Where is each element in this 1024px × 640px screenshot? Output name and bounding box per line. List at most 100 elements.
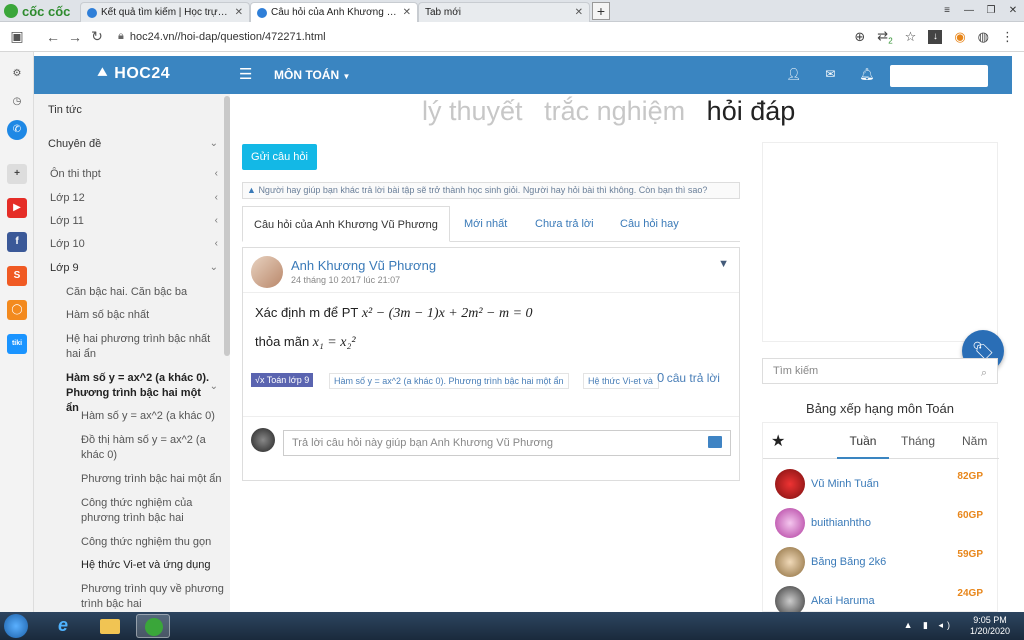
sidebar-item-news[interactable]: Tin tức bbox=[34, 104, 230, 124]
browser-brand[interactable]: cốc cốc bbox=[0, 0, 80, 22]
image-upload-icon[interactable] bbox=[708, 436, 722, 448]
close-tab-icon[interactable]: ✕ bbox=[235, 7, 243, 18]
menu-icon[interactable]: ≡ bbox=[940, 5, 954, 16]
search-placeholder: Tìm kiếm bbox=[773, 365, 819, 377]
tab-week[interactable]: Tuần bbox=[837, 423, 889, 459]
ask-question-button[interactable]: Gửi câu hỏi bbox=[242, 144, 317, 170]
sidebar-item-grade-11[interactable]: Lớp 11 ‹ bbox=[34, 215, 230, 235]
question-condition: x₁ = x₂² bbox=[312, 335, 356, 350]
system-tray-icons[interactable]: ▲ ▮ ◂) bbox=[904, 620, 954, 631]
url-field[interactable]: 🔒︎ hoc24.vn//hoi-dap/question/472271.htm… bbox=[118, 30, 854, 43]
avatar[interactable] bbox=[251, 256, 283, 288]
search-icon[interactable]: ⌕ bbox=[981, 361, 987, 385]
sidebar-item-ax2-function[interactable]: Hàm số y = ax^2 (a khác 0) bbox=[34, 410, 230, 430]
sidebar-item-linear-function[interactable]: Hàm số bậc nhất bbox=[34, 309, 230, 329]
sidebar-item-grade-10[interactable]: Lớp 10 ‹ bbox=[34, 238, 230, 258]
sidebar-item-reduced-formula[interactable]: Công thức nghiệm thu gọn bbox=[34, 536, 230, 556]
close-tab-icon[interactable]: ✕ bbox=[403, 7, 411, 18]
hamburger-menu-icon[interactable]: ☰ bbox=[239, 65, 252, 83]
sidebar-item-thpt[interactable]: Ôn thi thpt ‹ bbox=[34, 168, 230, 188]
sidebar-item-grade-9[interactable]: Lớp 9 ⌄ bbox=[34, 262, 230, 282]
facebook-icon[interactable]: f bbox=[7, 232, 27, 252]
sidebar-item-linear-system[interactable]: Hệ hai phương trình bậc nhất hai ẩn bbox=[34, 332, 230, 364]
sidebar-item-root-formula[interactable]: Công thức nghiệm của phương trình bậc ha… bbox=[34, 496, 230, 528]
ie-icon[interactable]: e bbox=[48, 614, 82, 638]
settings-icon[interactable]: ⚙ bbox=[7, 64, 27, 84]
reply-input[interactable]: Trả lời câu hỏi này giúp bạn Anh Khương … bbox=[283, 430, 731, 456]
forward-icon[interactable]: → bbox=[64, 29, 86, 45]
youtube-icon[interactable]: ▶ bbox=[7, 198, 27, 218]
mail-icon[interactable]: ✉ bbox=[825, 67, 835, 81]
sidebar-item-grade-12[interactable]: Lớp 12 ‹ bbox=[34, 192, 230, 212]
tab-month[interactable]: Tháng bbox=[901, 423, 935, 459]
browser-tab-new[interactable]: Tab mới ✕ bbox=[418, 2, 590, 22]
translate-icon[interactable]: ⇄2 bbox=[877, 28, 892, 46]
folder-icon[interactable] bbox=[92, 614, 126, 638]
tab-theory[interactable]: lý thuyết bbox=[422, 96, 523, 126]
ranking-row[interactable]: Vũ Minh Tuấn 82GP bbox=[763, 465, 999, 501]
sidebar-item-label: Ôn thi thpt bbox=[50, 168, 101, 180]
tab-newest[interactable]: Mới nhất bbox=[464, 206, 507, 242]
download-icon[interactable]: ↓ bbox=[928, 29, 943, 44]
sidebar-scrollbar[interactable] bbox=[224, 96, 230, 356]
new-tab-button[interactable]: + bbox=[592, 2, 610, 20]
start-button[interactable] bbox=[4, 614, 28, 638]
caret-down-icon[interactable]: ▼ bbox=[718, 258, 729, 270]
question-author[interactable]: Anh Khương Vũ Phương bbox=[291, 258, 436, 273]
notification-bell-icon[interactable]: 🔔︎ bbox=[859, 67, 874, 81]
search-input[interactable]: Tìm kiếm ⌕ bbox=[762, 358, 998, 384]
tab-unanswered[interactable]: Chưa trả lời bbox=[535, 206, 594, 242]
question-text: Xác định m để PT bbox=[255, 305, 359, 320]
coccoc-taskbar-icon[interactable] bbox=[136, 614, 170, 638]
topic-tag[interactable]: √x Toán lớp 9 bbox=[251, 373, 314, 387]
close-tab-icon[interactable]: ✕ bbox=[575, 7, 583, 18]
current-user-avatar bbox=[251, 428, 275, 452]
subject-dropdown[interactable]: MÔN TOÁN ▼ bbox=[274, 68, 350, 82]
browser-tab-question[interactable]: Câu hỏi của Anh Khương Vũ Phươ ✕ bbox=[250, 2, 418, 22]
tag-quadratic[interactable]: Hàm số y = ax^2 (a khác 0). Phương trình… bbox=[329, 373, 569, 389]
back-icon[interactable]: ← bbox=[42, 29, 64, 45]
sidebar-item-vieta[interactable]: Hệ thức Vi-et và ứng dụng bbox=[34, 559, 230, 579]
minimize-icon[interactable]: — bbox=[962, 5, 976, 16]
extension-icon[interactable]: ◉ bbox=[954, 29, 965, 45]
tiki-icon[interactable]: tiki bbox=[7, 334, 27, 354]
address-bar: ▣ ← → ↻ 🔒︎ hoc24.vn//hoi-dap/question/47… bbox=[0, 22, 1024, 52]
close-window-icon[interactable]: ✕ bbox=[1006, 5, 1020, 16]
tab-qa[interactable]: hỏi đáp bbox=[707, 96, 796, 126]
ranking-name: Băng Băng 2k6 bbox=[811, 556, 887, 568]
sidebar-item-quadratic[interactable]: Hàm số y = ax^2 (a khác 0). Phương trình… bbox=[34, 371, 230, 414]
bookmark-star-icon[interactable]: ☆ bbox=[905, 29, 917, 45]
history-icon[interactable]: ◷ bbox=[7, 92, 27, 112]
tab-year[interactable]: Năm bbox=[962, 423, 987, 459]
reload-icon[interactable]: ↻ bbox=[86, 28, 108, 45]
zoom-icon[interactable]: ⊕ bbox=[854, 29, 865, 45]
mode-tabs: lý thuyết trắc nghiệm hỏi đáp bbox=[422, 96, 795, 127]
tag-vieta[interactable]: Hệ thức Vi-et và ứng dụng bbox=[583, 373, 659, 389]
browser-tab-search[interactable]: Kết quả tìm kiếm | Học trực tuyến ✕ bbox=[80, 2, 250, 22]
sidebar-item-reducible-quadratic[interactable]: Phương trình quy về phương trình bậc hai bbox=[34, 582, 230, 612]
add-shortcut-icon[interactable]: + bbox=[7, 164, 27, 184]
messenger-icon[interactable]: ✆ bbox=[7, 120, 27, 140]
avatar bbox=[775, 508, 805, 538]
ranking-row[interactable]: buithianhtho 60GP bbox=[763, 504, 999, 540]
sidebar-item-topics[interactable]: Chuyên đề ⌄ bbox=[34, 138, 230, 158]
ranking-row[interactable]: Băng Băng 2k6 59GP bbox=[763, 543, 999, 579]
add-friend-icon[interactable]: 👤︎ bbox=[786, 67, 801, 81]
more-menu-icon[interactable]: ⋮ bbox=[1001, 29, 1014, 45]
tab-user-questions[interactable]: Câu hỏi của Anh Khương Vũ Phương bbox=[242, 206, 450, 242]
search-shortcut-icon[interactable]: ◯ bbox=[7, 300, 27, 320]
user-menu[interactable] bbox=[890, 65, 988, 87]
clock[interactable]: 9:05 PM 1/20/2020 bbox=[970, 615, 1010, 637]
tab-good-questions[interactable]: Câu hỏi hay bbox=[620, 206, 679, 242]
sidebar-item-ax2-graph[interactable]: Đồ thị hàm số y = ax^2 (a khác 0) bbox=[34, 433, 230, 465]
maximize-icon[interactable]: ❐ bbox=[984, 5, 998, 16]
sidebar-item-square-roots[interactable]: Căn bậc hai. Căn bậc ba bbox=[34, 286, 230, 306]
site-logo[interactable]: ⯅ HOC24 bbox=[96, 65, 170, 83]
sidebar-item-quadratic-equation[interactable]: Phương trình bậc hai một ẩn bbox=[34, 473, 230, 493]
shopee-icon[interactable]: S bbox=[7, 266, 27, 286]
cloud-icon bbox=[257, 7, 267, 18]
tab-quiz[interactable]: trắc nghiệm bbox=[544, 96, 685, 126]
account-icon[interactable]: ◍ bbox=[978, 29, 989, 45]
star-icon[interactable]: ★ bbox=[771, 431, 785, 451]
sidebar-toggle-icon[interactable]: ▣ bbox=[6, 28, 28, 45]
